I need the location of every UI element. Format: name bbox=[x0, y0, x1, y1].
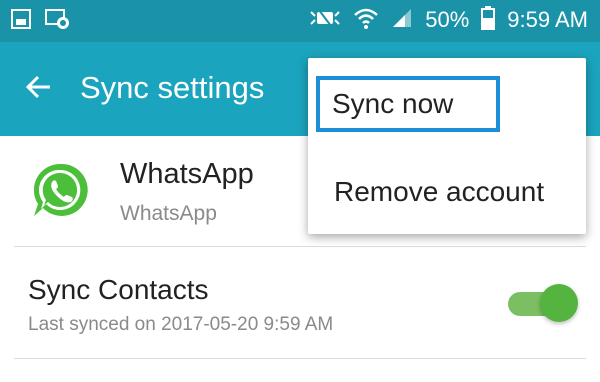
whatsapp-notification-icon bbox=[44, 8, 70, 35]
menu-item-label: Sync now bbox=[332, 88, 454, 119]
divider bbox=[14, 358, 586, 359]
battery-icon bbox=[481, 5, 496, 35]
status-bar: 50% 9:59 AM bbox=[0, 0, 600, 42]
mute-icon bbox=[309, 6, 341, 35]
page-title: Sync settings bbox=[80, 70, 265, 105]
toggle-thumb bbox=[540, 284, 578, 322]
battery-percent: 50% bbox=[425, 7, 470, 32]
sync-contacts-row[interactable]: Sync Contacts Last synced on 2017-05-20 … bbox=[0, 250, 600, 360]
overflow-menu: Sync now Remove account bbox=[308, 58, 586, 234]
sync-contacts-title: Sync Contacts bbox=[28, 274, 209, 305]
back-arrow-icon[interactable] bbox=[24, 72, 54, 102]
clock: 9:59 AM bbox=[507, 7, 588, 32]
menu-item-remove-account[interactable]: Remove account bbox=[316, 164, 578, 220]
status-bar-right: 50% 9:59 AM bbox=[309, 5, 588, 35]
menu-item-label: Remove account bbox=[334, 176, 545, 207]
whatsapp-logo-icon bbox=[30, 160, 90, 220]
menu-item-sync-now[interactable]: Sync now bbox=[316, 76, 500, 132]
divider bbox=[14, 246, 586, 247]
signal-icon bbox=[391, 7, 413, 34]
last-synced-text: Last synced on 2017-05-20 9:59 AM bbox=[28, 314, 334, 335]
status-bar-left bbox=[10, 8, 70, 35]
account-type: WhatsApp bbox=[120, 202, 217, 225]
sync-contacts-toggle[interactable] bbox=[508, 284, 578, 322]
account-name: WhatsApp bbox=[120, 158, 254, 190]
gallery-icon bbox=[10, 8, 32, 35]
wifi-icon bbox=[353, 6, 379, 35]
